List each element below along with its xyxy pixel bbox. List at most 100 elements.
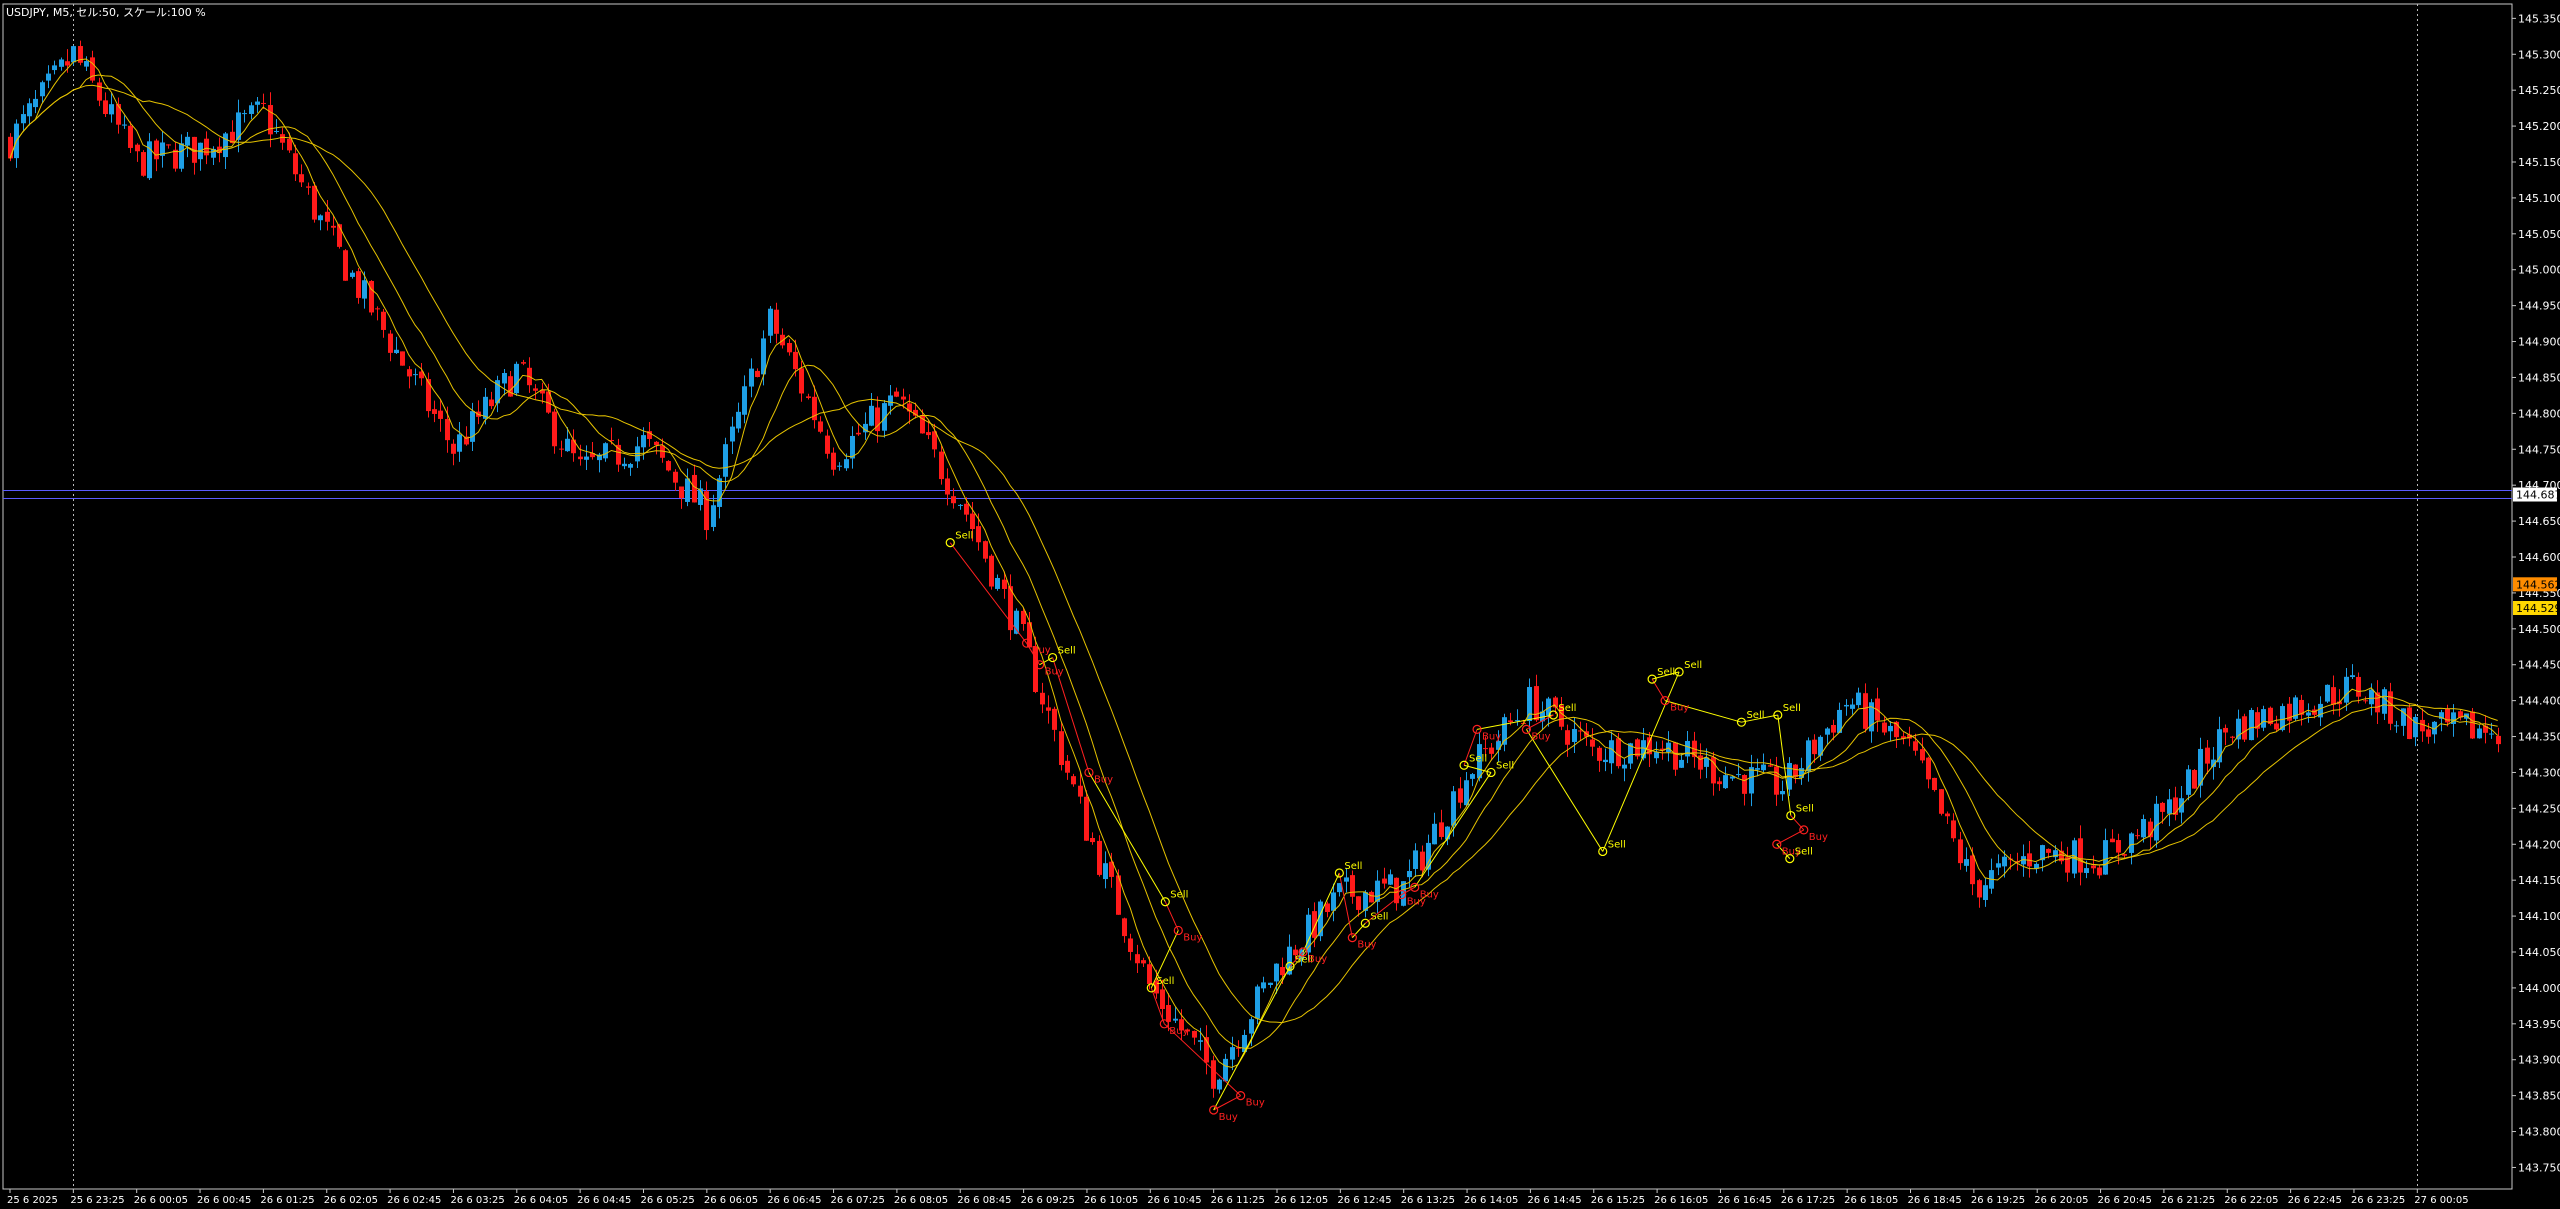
sell-label: Sell [1657, 667, 1675, 678]
candle-body [407, 369, 412, 377]
candle-body [1958, 839, 1963, 864]
candle-body [1534, 686, 1539, 721]
candle-body [255, 101, 260, 105]
candle-body [1673, 742, 1678, 770]
candle-body [641, 435, 646, 448]
candle-body [989, 555, 994, 587]
candle-body [287, 138, 292, 151]
candle-body [578, 456, 583, 460]
time-tick-label: 26 6 21:25 [2161, 1195, 2215, 1206]
price-tick-label: 144.800 [2518, 407, 2560, 420]
time-tick-label: 26 6 07:25 [831, 1195, 885, 1206]
time-tick-label: 26 6 18:45 [1908, 1195, 1962, 1206]
candle-body [1198, 1040, 1203, 1042]
candle-body [135, 144, 140, 152]
candle-body [1420, 851, 1425, 871]
candle-body [2477, 728, 2482, 739]
buy-label: Buy [1032, 645, 1051, 656]
candle-body [59, 59, 64, 67]
candle-body [559, 448, 564, 450]
candle-body [400, 351, 405, 366]
candle-body [2129, 833, 2134, 853]
candle-body [964, 503, 969, 515]
candle-body [1685, 740, 1690, 757]
candle-body [1996, 863, 2001, 868]
time-tick-label: 26 6 18:05 [1844, 1195, 1898, 1206]
price-chart[interactable]: Sell Buy Buy Sell Buy Sell Buy Sell Buy Buy Buy Sel… [0, 0, 2560, 1209]
candle-body [1717, 781, 1722, 785]
candle-body [951, 496, 956, 504]
candle-body [2122, 854, 2127, 856]
candle-body [1413, 850, 1418, 869]
candle-body [1926, 757, 1931, 780]
time-tick-label: 26 6 00:45 [197, 1195, 251, 1206]
candle-body [122, 124, 127, 126]
candle-body [2186, 769, 2191, 795]
candle-body [1382, 878, 1387, 884]
candle-body [654, 441, 659, 446]
candle-body [730, 426, 735, 442]
candle-body [2205, 747, 2210, 764]
candle-body [837, 465, 842, 467]
candle-body [983, 541, 988, 559]
candle-body [1489, 747, 1494, 754]
candle-body [2097, 867, 2102, 876]
candle-body [1065, 760, 1070, 773]
candle-body [1793, 764, 1798, 777]
candle-body [2002, 856, 2007, 867]
candle-body [21, 114, 26, 124]
candle-body [299, 174, 304, 183]
candle-body [673, 471, 678, 483]
candle-body [1464, 780, 1469, 806]
candle-body [2426, 729, 2431, 737]
candle-body [1230, 1047, 1235, 1060]
candle-body [1141, 960, 1146, 964]
sell-label: Sell [1496, 760, 1514, 771]
candle-body [1951, 820, 1956, 839]
candle-body [1825, 728, 1830, 735]
candle-body [723, 444, 728, 477]
bid-price-box-label: 144.687 [2516, 489, 2560, 502]
sell-label: Sell [1746, 710, 1764, 721]
candle-body [1458, 788, 1463, 803]
time-tick-label: 26 6 06:45 [767, 1195, 821, 1206]
candle-body [818, 421, 823, 432]
candle-body [2249, 709, 2254, 741]
candle-body [388, 333, 393, 353]
candle-body [976, 526, 981, 543]
candle-body [749, 368, 754, 387]
candle-body [1856, 692, 1861, 706]
candle-body [242, 113, 247, 115]
candle-body [1192, 1030, 1197, 1038]
level-price-box-label: 144.562 [2516, 578, 2560, 591]
buy-label: Buy [1094, 774, 1113, 785]
candle-body [806, 396, 811, 398]
candle-body [2382, 689, 2387, 714]
candle-body [2154, 803, 2159, 841]
candle-body [1432, 823, 1437, 845]
candle-body [552, 411, 557, 447]
candle-body [40, 82, 45, 97]
candle-body [1888, 725, 1893, 732]
candle-body [438, 410, 443, 419]
candle-body [2192, 770, 2197, 789]
candle-body [1160, 989, 1165, 1009]
candle-body [603, 443, 608, 459]
time-tick-label: 26 6 04:05 [514, 1195, 568, 1206]
candle-body [179, 143, 184, 169]
sell-label: Sell [1058, 646, 1076, 657]
candle-body [799, 368, 804, 394]
candle-body [1939, 789, 1944, 814]
candle-body [1844, 704, 1849, 707]
buy-label: Buy [1670, 703, 1689, 714]
buy-label: Buy [1809, 832, 1828, 843]
candle-body [533, 388, 538, 391]
price-tick-label: 144.950 [2518, 300, 2560, 313]
candle-body [2325, 684, 2330, 702]
candle-body [261, 102, 266, 104]
candle-body [1090, 837, 1095, 843]
sell-label: Sell [1558, 703, 1576, 714]
candle-body [1097, 840, 1102, 875]
candle-body [1312, 911, 1317, 938]
price-tick-label: 145.300 [2518, 48, 2560, 61]
